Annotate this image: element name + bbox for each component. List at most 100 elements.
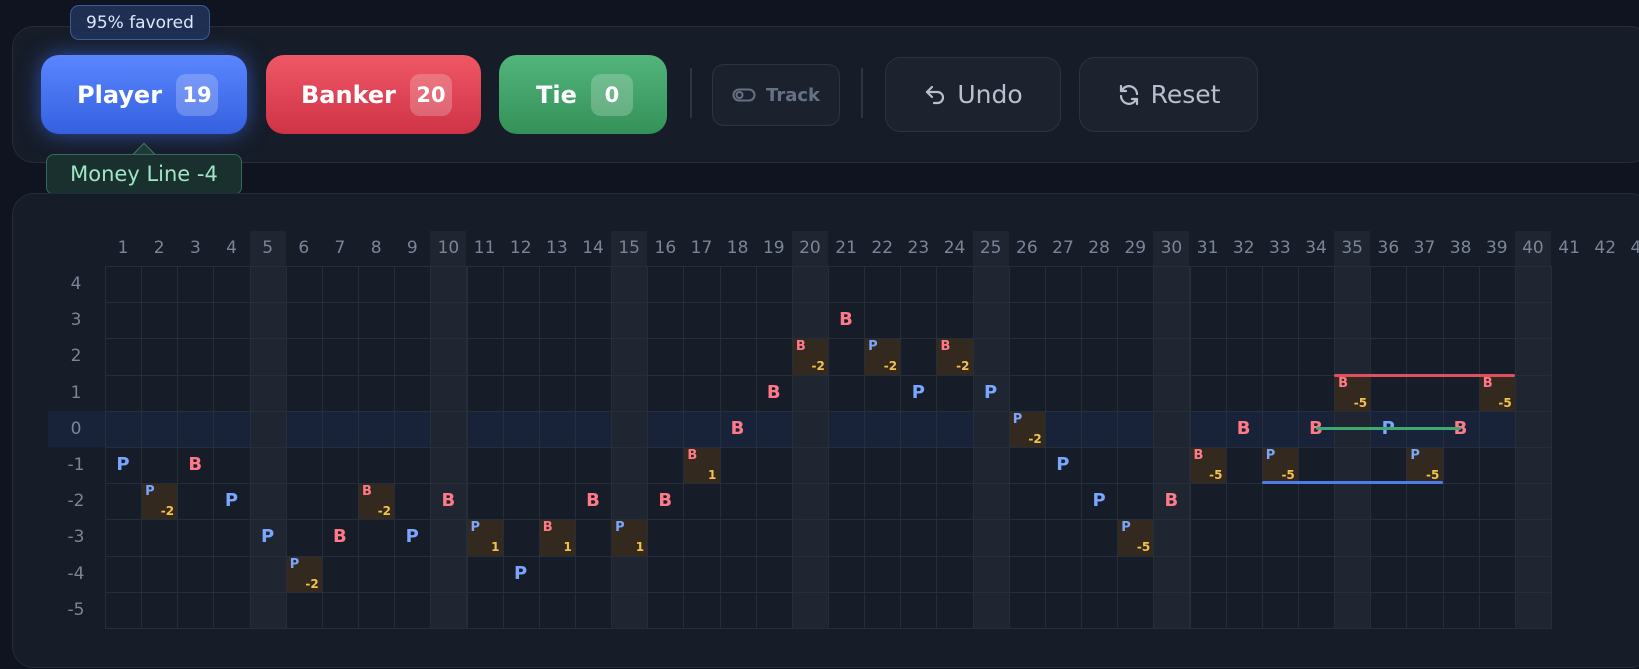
grid-cell bbox=[1370, 302, 1408, 340]
player-button[interactable]: Player 19 bbox=[41, 55, 247, 134]
road-mark-player: P bbox=[900, 375, 936, 411]
grid-cell bbox=[574, 338, 613, 376]
undo-button[interactable]: Undo bbox=[885, 57, 1061, 132]
mark-side: B bbox=[1236, 417, 1251, 439]
grid-cell bbox=[1514, 591, 1552, 629]
mark-side: B bbox=[542, 520, 553, 536]
column-number: 41 bbox=[1558, 238, 1580, 258]
grid-cell bbox=[1442, 374, 1480, 412]
grid-cell bbox=[1514, 519, 1552, 557]
grid-cell bbox=[683, 410, 721, 448]
road-mark-player: P bbox=[213, 483, 249, 519]
road-mark-banker: B bbox=[177, 447, 213, 483]
grid-cell bbox=[1370, 483, 1408, 521]
grid-cell bbox=[285, 266, 323, 304]
grid-cell bbox=[1334, 483, 1372, 521]
road-mark-player: P -5 bbox=[1406, 447, 1442, 483]
tie-button[interactable]: Tie 0 bbox=[499, 55, 667, 134]
road-mark-player: P1 bbox=[611, 519, 647, 555]
grid-cell bbox=[394, 374, 432, 412]
column-number: 21 bbox=[835, 238, 857, 258]
grid-cell bbox=[538, 410, 576, 448]
column-number: 9 bbox=[406, 238, 418, 258]
grid-cell bbox=[683, 519, 721, 557]
mark-value: -2 bbox=[160, 504, 175, 519]
grid-cell bbox=[1117, 338, 1155, 376]
grid-cell bbox=[1189, 266, 1227, 304]
grid-cell bbox=[430, 591, 468, 629]
grid-cell bbox=[213, 410, 251, 448]
mark-side: P bbox=[1265, 448, 1276, 463]
grid-cell bbox=[755, 266, 793, 304]
grid-cell bbox=[791, 302, 829, 340]
grid-cell bbox=[538, 266, 576, 304]
track-toggle[interactable]: Track bbox=[712, 64, 840, 126]
road-mark-banker: B bbox=[1226, 411, 1262, 447]
column-number: 16 bbox=[654, 238, 677, 258]
grid-cell bbox=[1334, 302, 1372, 340]
grid-cell bbox=[755, 519, 793, 557]
grid-cell bbox=[1297, 519, 1336, 557]
grid-cell bbox=[538, 302, 576, 340]
grid-cell bbox=[864, 483, 902, 521]
road-mark-banker: B -5 bbox=[1334, 375, 1370, 411]
column-number: 6 bbox=[298, 238, 310, 258]
column-number: 34 bbox=[1305, 238, 1327, 258]
grid-cell bbox=[105, 302, 143, 340]
mark-side: B bbox=[1193, 448, 1204, 463]
grid-cell bbox=[177, 555, 215, 593]
grid-cell bbox=[321, 483, 360, 521]
mark-side: P bbox=[514, 562, 528, 584]
grid-cell bbox=[828, 555, 866, 593]
reset-button[interactable]: Reset bbox=[1079, 57, 1258, 132]
grid-cell bbox=[611, 374, 649, 412]
road-mark-banker: B -2 bbox=[792, 338, 828, 374]
grid-cell bbox=[1334, 266, 1372, 304]
grid-cell bbox=[1297, 555, 1336, 593]
player-label: Player bbox=[77, 80, 163, 109]
trend-line bbox=[1334, 373, 1515, 377]
grid-cell bbox=[1153, 447, 1191, 485]
grid-cell bbox=[1008, 447, 1046, 485]
column-number: 33 bbox=[1269, 238, 1291, 258]
grid-cell bbox=[936, 374, 974, 412]
favored-badge: 95% favored bbox=[70, 5, 210, 40]
grid-cell bbox=[1334, 338, 1372, 376]
grid-cell bbox=[358, 266, 396, 304]
grid-cell bbox=[864, 555, 902, 593]
undo-icon bbox=[923, 83, 947, 107]
road-mark-banker: B bbox=[575, 483, 611, 519]
grid-cell bbox=[574, 374, 613, 412]
grid-cell bbox=[502, 302, 540, 340]
toolbar-divider bbox=[861, 68, 863, 118]
grid-cell bbox=[1334, 591, 1372, 629]
column-number: 8 bbox=[370, 238, 382, 258]
grid-cell bbox=[394, 302, 432, 340]
grid-cell bbox=[1370, 338, 1408, 376]
mark-side: B bbox=[362, 484, 372, 500]
grid-cell bbox=[430, 338, 468, 376]
grid-cell bbox=[321, 410, 360, 448]
grid-cell bbox=[755, 555, 793, 593]
reset-label: Reset bbox=[1150, 80, 1221, 109]
grid-cell bbox=[719, 266, 757, 304]
grid-cell bbox=[719, 591, 757, 629]
grid-cell bbox=[249, 374, 287, 412]
grid-cell bbox=[538, 483, 576, 521]
grid-cell bbox=[1225, 483, 1263, 521]
grid-cell bbox=[1261, 266, 1299, 304]
grid-cell bbox=[972, 555, 1010, 593]
grid-cell bbox=[1478, 410, 1516, 448]
grid-cell bbox=[430, 447, 468, 485]
grid-cell bbox=[358, 338, 396, 376]
mark-side: P bbox=[405, 526, 419, 548]
grid-cell bbox=[1297, 447, 1336, 485]
grid-cell bbox=[502, 591, 540, 629]
banker-button[interactable]: Banker 20 bbox=[266, 55, 481, 134]
grid-cell bbox=[828, 591, 866, 629]
grid-cell bbox=[177, 410, 215, 448]
grid-cell bbox=[1117, 374, 1155, 412]
column-number: 36 bbox=[1377, 238, 1400, 258]
grid-cell bbox=[177, 519, 215, 557]
grid-cell bbox=[1008, 519, 1046, 557]
